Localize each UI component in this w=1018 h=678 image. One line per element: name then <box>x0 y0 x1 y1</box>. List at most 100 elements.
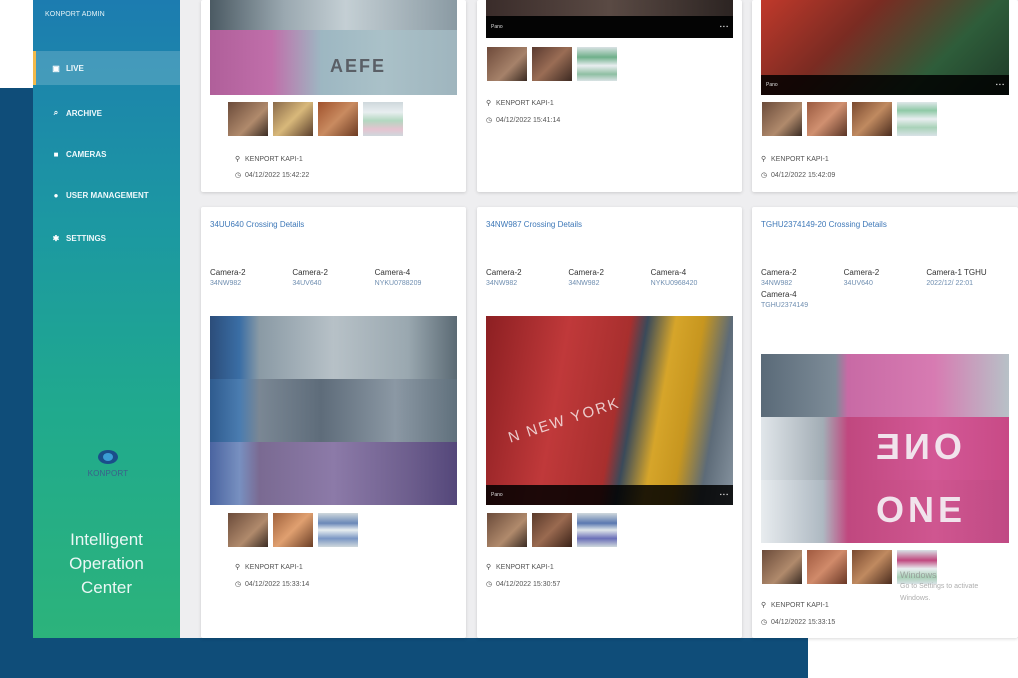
sidebar: KONPORT ADMIN ▣ LIVE ⌕ ARCHIVE ■ CAMERAS… <box>33 0 180 638</box>
camera-label: Camera-4 <box>650 268 687 277</box>
timestamp-text: ◷ 04/12/2022 15:30:57 <box>486 581 561 588</box>
plate-value: 34NW982 <box>210 280 242 287</box>
location-text: ⚲ KENPORT KAPI-1 <box>235 156 303 163</box>
thumbnail-image[interactable] <box>761 101 803 137</box>
konport-logo: KONPORT <box>73 448 143 478</box>
sidebar-title: KONPORT ADMIN <box>45 11 105 18</box>
clock-icon: ◷ <box>486 117 493 124</box>
camera-label: Camera-2 <box>568 268 604 277</box>
location-pin-icon: ⚲ <box>235 564 241 571</box>
camera-label: Camera-2 <box>210 268 246 277</box>
product-name-line: Intelligent <box>70 530 143 549</box>
thumbnail-image[interactable] <box>272 101 314 137</box>
thumbnail-image[interactable] <box>576 512 618 548</box>
timestamp-text: ◷ 04/12/2022 15:33:14 <box>235 581 310 588</box>
thumbnail-image[interactable] <box>227 512 269 548</box>
crossing-card[interactable]: TGHU2374149-20 Crossing Details Camera-2… <box>752 207 1018 638</box>
card-title: 34NW987 Crossing Details <box>486 220 583 229</box>
location-pin-icon: ⚲ <box>761 602 767 609</box>
sidebar-item-label: CAMERAS <box>66 149 107 159</box>
camera-composite-image: Pano ▪ ▪ ▪ <box>486 0 733 38</box>
sidebar-item-label: ARCHIVE <box>66 108 103 118</box>
thumbnail-image[interactable] <box>851 101 893 137</box>
thumbnail-image[interactable] <box>486 512 528 548</box>
gear-icon: ✱ <box>52 233 60 243</box>
product-name-line: Center <box>80 578 133 597</box>
watermark-title: Windows <box>900 570 937 580</box>
activate-windows-watermark: Windows Go to Settings to activate Windo… <box>900 569 1010 605</box>
thumbnail-image[interactable] <box>317 101 359 137</box>
thumbnail-image[interactable] <box>851 549 893 585</box>
thumbnail-image[interactable] <box>761 549 803 585</box>
camera-composite-image: ƎИO ONE <box>761 354 1009 543</box>
location-text: ⚲ KENPORT KAPI-1 <box>486 564 554 571</box>
location-text: ⚲ KENPORT KAPI-1 <box>486 100 554 107</box>
sidebar-item-label: LIVE <box>66 63 84 73</box>
timestamp-text: ◷ 04/12/2022 15:42:22 <box>235 172 310 179</box>
thumbnail-image[interactable] <box>227 101 269 137</box>
thumbnail-image[interactable] <box>272 512 314 548</box>
sidebar-item-label: USER MANAGEMENT <box>66 190 149 200</box>
camera-composite-image <box>210 316 457 505</box>
thumbnail-image[interactable] <box>531 512 573 548</box>
plate-value: 34NW982 <box>761 280 793 287</box>
crossing-card[interactable]: 34UU640 Crossing Details Camera-2 34NW982… <box>201 207 466 638</box>
crossing-card[interactable]: AEFE ⚲ KENPORT KAPI-1 ◷ 04/12/2022 15:42:2… <box>201 0 466 192</box>
timestamp-text: ◷ 04/12/2022 15:33:15 <box>761 619 836 626</box>
camera-plate-grid: Camera-2 34NW982 Camera-2 34UV640 Camera-1… <box>761 268 1009 309</box>
location-pin-icon: ⚲ <box>235 156 241 163</box>
camera-label: Camera-2 <box>486 268 522 277</box>
thumbnail-row <box>486 512 618 548</box>
sidebar-item-user-management[interactable]: ● USER MANAGEMENT <box>33 178 180 212</box>
camera-composite-image: N NEW YORK Pano ▪ ▪ ▪ <box>486 316 733 505</box>
decorative-bottom-bar <box>0 638 808 678</box>
timestamp-text: ◷ 04/12/2022 15:41:14 <box>486 117 561 124</box>
sidebar-item-live[interactable]: ▣ LIVE <box>33 51 180 85</box>
container-number: TGHU2374149 <box>761 302 809 309</box>
location-text: ⚲ KENPORT KAPI-1 <box>235 564 303 571</box>
plate-value: 34UV640 <box>843 280 873 287</box>
live-feed-grid: AEFE ⚲ KENPORT KAPI-1 ◷ 04/12/2022 15:42:2… <box>180 0 1018 638</box>
thumbnail-image[interactable] <box>896 101 938 137</box>
camera-composite-image: AEFE <box>210 0 457 95</box>
camera-plate-grid: Camera-2 34NW982 Camera-2 34UV640 Camera-4… <box>210 268 457 287</box>
logo-text: KONPORT <box>87 469 129 478</box>
camera-label: Camera-2 <box>292 268 328 277</box>
thumbnail-image[interactable] <box>317 512 359 548</box>
camera-label: Camera-2 <box>843 268 880 277</box>
thumbnail-image[interactable] <box>576 46 618 82</box>
sidebar-item-label: SETTINGS <box>66 233 107 243</box>
sidebar-item-cameras[interactable]: ■ CAMERAS <box>33 137 180 171</box>
plate-value: 34UV640 <box>292 280 322 287</box>
plate-value: 34NW982 <box>486 280 518 287</box>
sidebar-item-settings[interactable]: ✱ SETTINGS <box>33 221 180 255</box>
watermark-subtitle: Go to Settings to activate Windows. <box>900 583 979 602</box>
timestamp-text: ◷ 04/12/2022 15:42:09 <box>761 172 836 179</box>
thumbnail-image[interactable] <box>362 101 404 137</box>
product-name: Intelligent Operation Center <box>33 528 180 600</box>
thumbnail-image[interactable] <box>806 101 848 137</box>
camera-label: Camera-4 <box>374 268 411 277</box>
card-title: TGHU2374149-20 Crossing Details <box>761 220 887 229</box>
thumbnail-image[interactable] <box>486 46 528 82</box>
camera-label: Camera-1 TGHU <box>926 268 987 277</box>
card-title: 34UU640 Crossing Details <box>210 220 305 229</box>
location-text: ⚲ KENPORT KAPI-1 <box>761 156 829 163</box>
thumbnail-image[interactable] <box>531 46 573 82</box>
container-number: 2022/12/ 22:01 <box>926 280 974 287</box>
location-pin-icon: ⚲ <box>761 156 767 163</box>
location-text: ⚲ KENPORT KAPI-1 <box>761 602 829 609</box>
screenshot-stage: { "sidebar": { "title": "KONPORT ADMIN",… <box>0 0 1018 678</box>
logo-mark-icon <box>95 448 121 466</box>
crossing-card[interactable]: Pano ▪ ▪ ▪ ⚲ KENPORT KAPI-1 ◷ 04/12/2022 15… <box>477 0 742 192</box>
clock-icon: ◷ <box>761 172 768 179</box>
camera-plate-grid: Camera-2 34NW982 Camera-2 34NW982 Camera-4… <box>486 268 733 287</box>
location-pin-icon: ⚲ <box>486 564 492 571</box>
camera-icon: ■ <box>53 149 59 159</box>
thumbnail-row <box>227 512 359 548</box>
crossing-card[interactable]: Pano ▪ ▪ ▪ ⚲ KENPORT KAPI-1 ◷ 04/12/2022 15… <box>752 0 1018 192</box>
sidebar-item-archive[interactable]: ⌕ ARCHIVE <box>33 96 180 130</box>
container-number: NYKU0968420 <box>650 280 698 287</box>
crossing-card[interactable]: 34NW987 Crossing Details Camera-2 34NW982… <box>477 207 742 638</box>
thumbnail-image[interactable] <box>806 549 848 585</box>
